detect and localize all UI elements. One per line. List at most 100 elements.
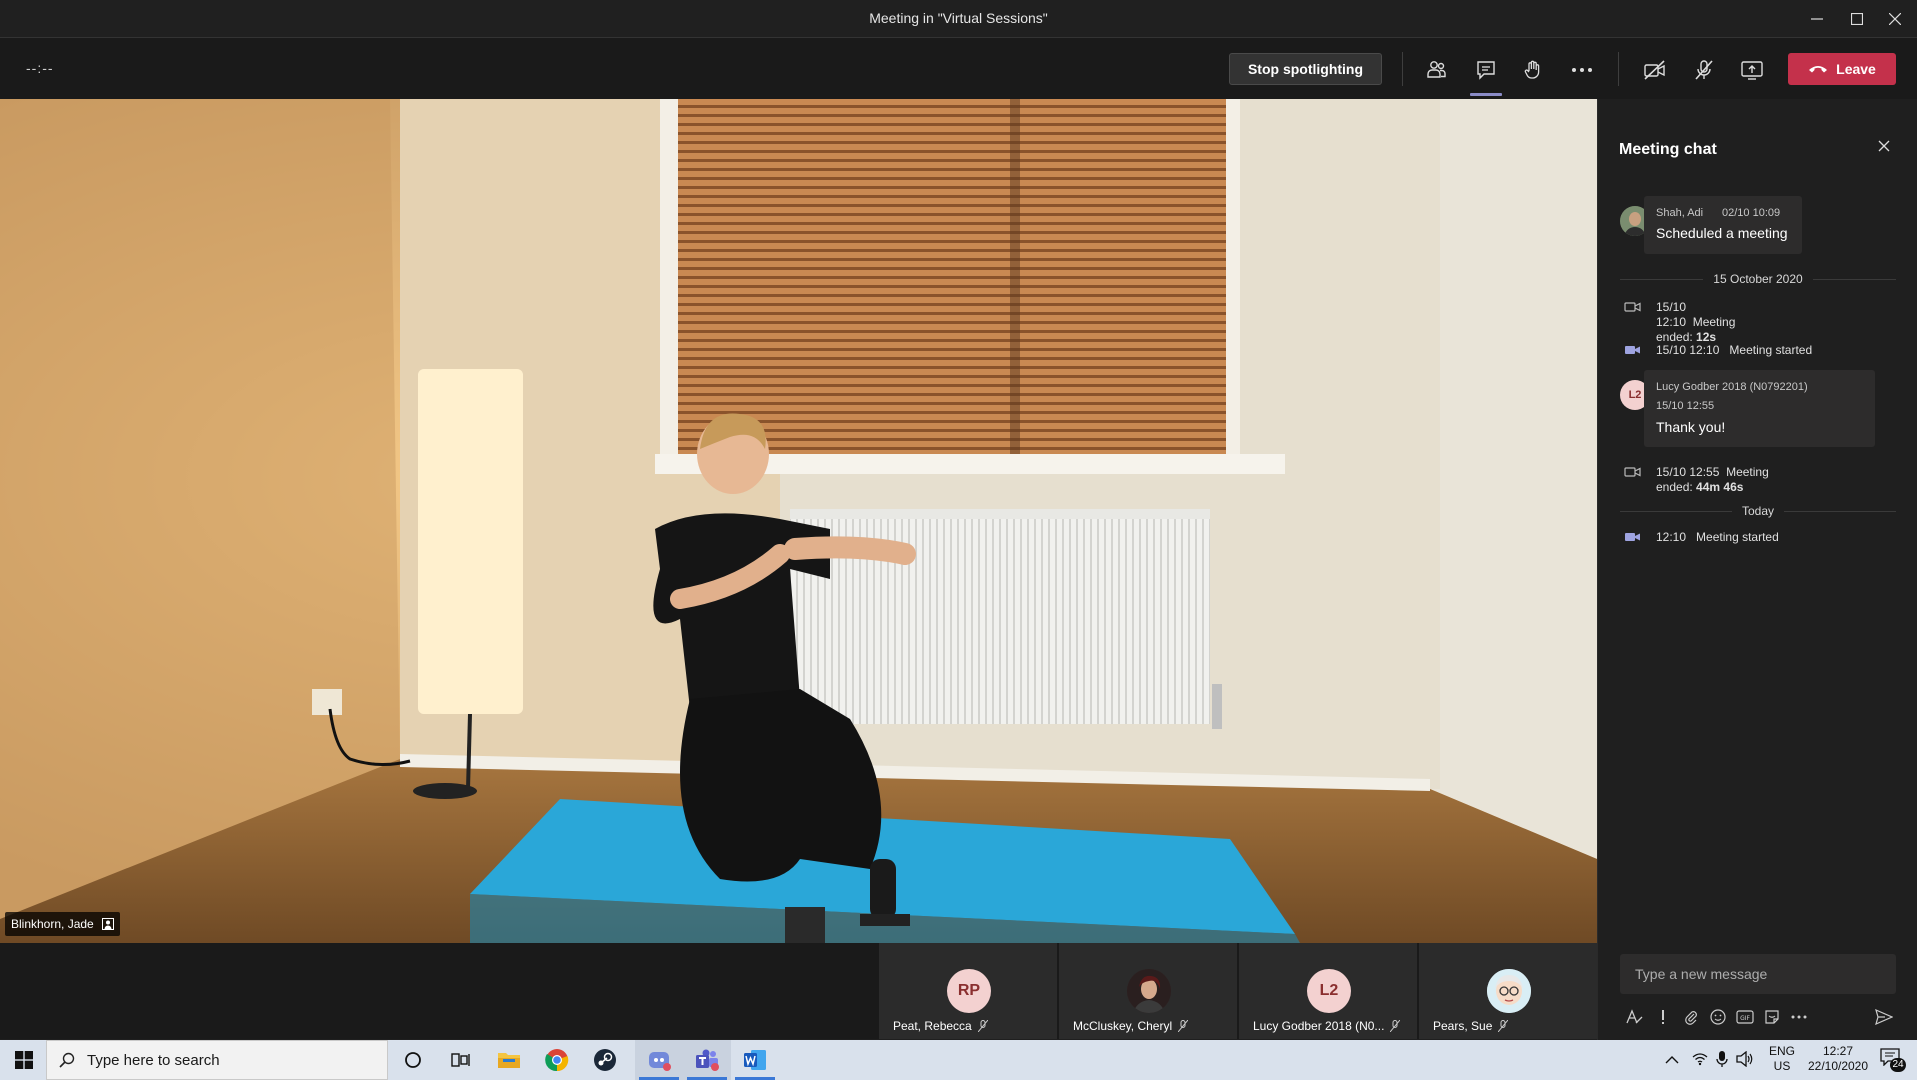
chat-button[interactable] bbox=[1470, 54, 1502, 86]
system-event: 15/10 12:55 Meeting ended: 44m 46s bbox=[1624, 465, 1786, 495]
message-time: 02/10 10:09 bbox=[1722, 207, 1781, 219]
more-actions-button[interactable] bbox=[1566, 54, 1598, 86]
search-placeholder: Type here to search bbox=[87, 1051, 220, 1069]
toolbar-divider bbox=[1618, 52, 1619, 86]
language-indicator[interactable]: ENG US bbox=[1765, 1044, 1799, 1074]
participant-name-row: Peat, Rebecca bbox=[893, 1019, 988, 1033]
clock-time: 12:27 bbox=[1822, 1044, 1854, 1058]
gif-button[interactable]: GIF bbox=[1735, 1007, 1755, 1027]
cortana-icon bbox=[405, 1052, 421, 1068]
close-icon bbox=[1878, 140, 1890, 152]
mic-off-icon bbox=[1695, 60, 1713, 80]
mic-off-icon bbox=[1390, 1020, 1401, 1032]
steam-app[interactable] bbox=[581, 1040, 629, 1080]
windows-logo-icon bbox=[15, 1051, 33, 1069]
keyboard-layout: US bbox=[1773, 1059, 1791, 1073]
stop-spotlighting-button[interactable]: Stop spotlighting bbox=[1229, 53, 1382, 85]
event-text: Meeting started bbox=[1696, 530, 1779, 544]
teams-app[interactable] bbox=[683, 1040, 731, 1080]
meeting-chat-panel: Meeting chat Shah, Adi 02/10 10:09 Sched… bbox=[1597, 99, 1917, 1040]
participant-tile[interactable]: L2 Lucy Godber 2018 (N0... bbox=[1239, 943, 1417, 1039]
send-button[interactable] bbox=[1874, 1007, 1894, 1027]
chrome-icon bbox=[545, 1049, 569, 1072]
teams-icon bbox=[696, 1049, 719, 1071]
volume-button[interactable] bbox=[1736, 1050, 1754, 1072]
participant-tile[interactable]: RP Peat, Rebecca bbox=[879, 943, 1057, 1039]
leave-button[interactable]: Leave bbox=[1788, 53, 1896, 85]
camera-toggle-button[interactable] bbox=[1639, 54, 1671, 86]
hang-up-icon bbox=[1809, 66, 1828, 73]
wifi-icon bbox=[1692, 1053, 1708, 1066]
chevron-up-icon bbox=[1665, 1056, 1679, 1064]
camera-off-icon bbox=[1644, 60, 1665, 80]
meeting-toolbar: --:-- Stop spotlighting Leave bbox=[0, 38, 1917, 99]
mic-off-icon bbox=[977, 1020, 988, 1032]
file-explorer-app[interactable] bbox=[485, 1040, 533, 1080]
call-ended-icon bbox=[1624, 302, 1641, 312]
sticker-button[interactable] bbox=[1762, 1007, 1782, 1027]
message-author: Shah, Adi bbox=[1656, 207, 1704, 219]
svg-text:GIF: GIF bbox=[1740, 1015, 1750, 1022]
chrome-app[interactable] bbox=[533, 1040, 581, 1080]
send-icon bbox=[1875, 1009, 1893, 1025]
clock[interactable]: 12:27 22/10/2020 bbox=[1800, 1044, 1876, 1074]
more-options-button[interactable] bbox=[1789, 1007, 1809, 1027]
show-hidden-icons-button[interactable] bbox=[1665, 1052, 1679, 1070]
format-button[interactable] bbox=[1624, 1007, 1644, 1027]
sticker-icon bbox=[1765, 1010, 1779, 1024]
maximize-icon bbox=[1851, 13, 1863, 25]
emoji-icon bbox=[1710, 1009, 1726, 1025]
chat-message[interactable]: Shah, Adi 02/10 10:09 Scheduled a meetin… bbox=[1644, 196, 1802, 254]
word-app[interactable] bbox=[731, 1040, 779, 1080]
minimize-button[interactable] bbox=[1795, 4, 1839, 34]
emoji-button[interactable] bbox=[1708, 1007, 1728, 1027]
avatar: L2 bbox=[1307, 969, 1351, 1013]
participants-button[interactable] bbox=[1421, 54, 1453, 86]
window-title: Meeting in "Virtual Sessions" bbox=[869, 10, 1048, 26]
cortana-button[interactable] bbox=[389, 1040, 437, 1080]
speaker-icon bbox=[1736, 1050, 1753, 1068]
toolbar-divider bbox=[1402, 52, 1403, 86]
message-text: Scheduled a meeting bbox=[1656, 225, 1788, 241]
call-started-icon bbox=[1625, 533, 1640, 541]
discord-app[interactable] bbox=[635, 1040, 683, 1080]
event-time: 15/10 12:55 bbox=[1656, 465, 1720, 479]
date-divider: 15 October 2020 bbox=[1620, 272, 1896, 286]
task-view-button[interactable] bbox=[437, 1040, 485, 1080]
message-compose-input[interactable]: Type a new message bbox=[1620, 954, 1896, 994]
participant-tile[interactable]: Pears, Sue bbox=[1419, 943, 1597, 1039]
message-text: Thank you! bbox=[1656, 419, 1726, 435]
participant-tile[interactable]: McCluskey, Cheryl bbox=[1059, 943, 1237, 1039]
event-duration: 12s bbox=[1696, 330, 1717, 344]
event-time: 15/10 12:10 bbox=[1656, 300, 1687, 329]
action-center-button[interactable]: 24 bbox=[1880, 1048, 1908, 1072]
close-chat-button[interactable] bbox=[1878, 139, 1898, 159]
mic-off-icon bbox=[1178, 1020, 1189, 1032]
mic-toggle-button[interactable] bbox=[1688, 54, 1720, 86]
raise-hand-button[interactable] bbox=[1517, 54, 1549, 86]
participant-name: Lucy Godber 2018 (N0... bbox=[1253, 1019, 1385, 1033]
cartoon-avatar-icon bbox=[1487, 969, 1531, 1013]
microphone-tray-button[interactable] bbox=[1716, 1050, 1728, 1073]
chat-message[interactable]: Lucy Godber 2018 (N0792201) 15/10 12:55 … bbox=[1644, 370, 1875, 447]
event-text: Meeting started bbox=[1729, 343, 1813, 357]
event-time: 15/10 12:10 bbox=[1656, 343, 1720, 357]
paperclip-icon bbox=[1685, 1011, 1697, 1025]
share-screen-button[interactable] bbox=[1736, 54, 1768, 86]
folder-icon bbox=[498, 1053, 520, 1068]
mic-off-icon bbox=[1498, 1020, 1509, 1032]
important-button[interactable] bbox=[1653, 1007, 1673, 1027]
call-ended-icon bbox=[1624, 467, 1641, 477]
avatar bbox=[1127, 969, 1171, 1013]
spotlight-pin-icon bbox=[101, 918, 114, 930]
attach-button[interactable] bbox=[1681, 1007, 1701, 1027]
clock-date: 22/10/2020 bbox=[1807, 1059, 1869, 1073]
steam-icon bbox=[594, 1049, 616, 1071]
participant-name: Pears, Sue bbox=[1433, 1019, 1493, 1033]
start-button[interactable] bbox=[0, 1040, 48, 1080]
taskbar-search-box[interactable]: Type here to search bbox=[46, 1040, 388, 1080]
speaker-name: Blinkhorn, Jade bbox=[11, 917, 94, 931]
network-button[interactable] bbox=[1692, 1052, 1708, 1071]
participant-name: McCluskey, Cheryl bbox=[1073, 1019, 1173, 1033]
close-window-button[interactable] bbox=[1873, 4, 1917, 34]
